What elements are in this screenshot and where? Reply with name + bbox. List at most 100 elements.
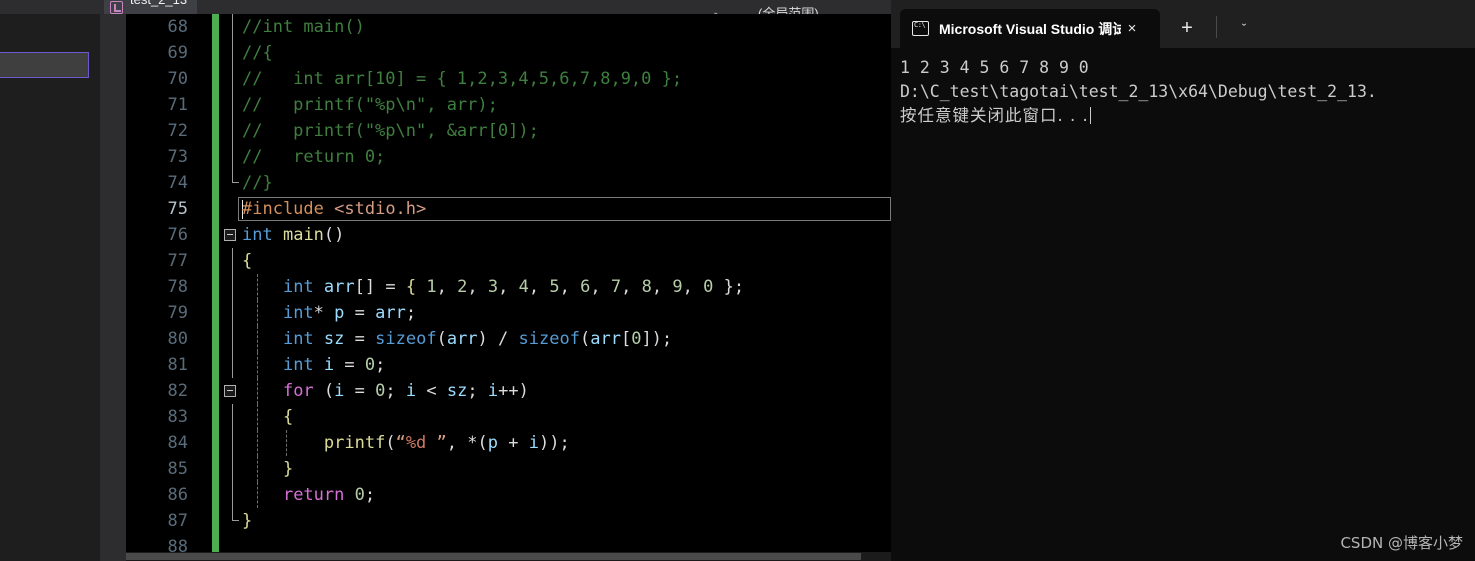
line-number: 72 <box>167 121 188 141</box>
brace-match-guide-end <box>232 170 239 183</box>
change-indicator-bar <box>212 482 219 508</box>
change-indicator-bar <box>212 144 219 170</box>
code-line[interactable]: 69 //{ <box>126 40 891 66</box>
line-number: 79 <box>167 303 188 323</box>
change-indicator-bar <box>212 326 219 352</box>
chevron-down-icon[interactable]: ˇ <box>1231 16 1257 42</box>
brace-match-guide <box>232 456 233 482</box>
code-line[interactable]: 71 // printf("%p\n", arr); <box>126 92 891 118</box>
change-indicator-bar <box>212 404 219 430</box>
line-number: 74 <box>167 173 188 193</box>
console-tab-bar: Microsoft Visual Studio 调试 × + ˇ <box>891 0 1475 48</box>
collapse-region-icon[interactable] <box>224 229 236 241</box>
change-indicator-bar <box>212 352 219 378</box>
code-line[interactable]: 85 } <box>126 456 891 482</box>
brace-match-guide <box>232 274 233 300</box>
code-text: int main() <box>242 225 345 245</box>
code-line[interactable]: 87} <box>126 508 891 534</box>
cmd-console-icon <box>912 21 929 36</box>
brace-match-guide <box>232 404 233 430</box>
editor-left-margin <box>100 14 126 561</box>
line-number: 68 <box>167 17 188 37</box>
code-text: } <box>282 459 294 479</box>
line-number: 77 <box>167 251 188 271</box>
console-output[interactable]: 1 2 3 4 5 6 7 8 9 0 D:\C_test\tagotai\tes… <box>891 48 1475 561</box>
console-window: Microsoft Visual Studio 调试 × + ˇ 1 2 3 4… <box>891 0 1475 561</box>
code-line[interactable]: 68 //int main() <box>126 14 891 40</box>
code-text: { <box>242 251 253 271</box>
code-line[interactable]: 75 #include <stdio.h> <box>126 196 891 222</box>
brace-match-guide <box>232 66 233 92</box>
new-tab-button[interactable]: + <box>1174 16 1200 42</box>
brace-match-guide <box>232 40 233 66</box>
line-number: 75 <box>167 199 188 219</box>
code-text: printf(“%d ”, *(p + i)); <box>323 433 570 453</box>
line-number: 86 <box>167 485 188 505</box>
line-number: 73 <box>167 147 188 167</box>
line-number: 78 <box>167 277 188 297</box>
code-line[interactable]: 78 int arr[] = { 1, 2, 3, 4, 5, 6, 7, 8,… <box>126 274 891 300</box>
code-line[interactable]: 83 { <box>126 404 891 430</box>
code-line[interactable]: 81 int i = 0; <box>126 352 891 378</box>
code-line[interactable]: 76 int main() <box>126 222 891 248</box>
line-number: 80 <box>167 329 188 349</box>
code-line[interactable]: 79 int* p = arr; <box>126 300 891 326</box>
brace-match-guide <box>232 482 233 508</box>
brace-match-guide <box>232 144 233 170</box>
change-indicator-bar <box>212 456 219 482</box>
code-text: int arr[] = { 1, 2, 3, 4, 5, 6, 7, 8, 9,… <box>282 277 745 297</box>
change-indicator-bar <box>212 14 219 40</box>
change-indicator-bar <box>212 196 219 222</box>
brace-match-guide <box>232 300 233 326</box>
collapse-region-icon[interactable] <box>224 385 236 397</box>
editor-horizontal-scrollbar[interactable] <box>126 552 891 561</box>
code-text: return 0; <box>282 485 376 505</box>
change-indicator-bar <box>212 274 219 300</box>
line-number: 83 <box>167 407 188 427</box>
brace-match-guide <box>232 430 233 456</box>
code-text: // printf("%p\n", &arr[0]); <box>242 121 539 141</box>
screen-root: test_2_13 ▾ (全局范围) 68//int main()69//{70… <box>0 0 1475 561</box>
toolbar-divider <box>1216 16 1217 38</box>
code-line[interactable]: 70 // int arr[10] = { 1,2,3,4,5,6,7,8,9,0… <box>126 66 891 92</box>
code-line[interactable]: 77 { <box>126 248 891 274</box>
brace-match-guide <box>232 92 233 118</box>
line-number: 82 <box>167 381 188 401</box>
code-text: // printf("%p\n", arr); <box>242 95 498 115</box>
code-line[interactable]: 72 // printf("%p\n", &arr[0]); <box>126 118 891 144</box>
solution-explorer-selected-item[interactable] <box>0 52 89 78</box>
line-number: 84 <box>167 433 188 453</box>
code-line[interactable]: 82 for (i = 0; i < sz; i++) <box>126 378 891 404</box>
line-number: 87 <box>167 511 188 531</box>
change-indicator-bar <box>212 118 219 144</box>
code-text: //int main() <box>242 17 365 37</box>
editor-scrollbar-thumb[interactable] <box>126 553 861 560</box>
code-lines-container: 68 //int main() 69 //{ 70 // int arr[10] = { … <box>126 14 891 560</box>
line-number: 70 <box>167 69 188 89</box>
close-icon[interactable]: × <box>1121 20 1143 37</box>
code-text: // return 0; <box>242 147 386 167</box>
console-tab-label: Microsoft Visual Studio 调试 <box>939 20 1121 37</box>
code-editor[interactable]: 68 //int main() 69 //{ 70 // int arr[10] = { … <box>126 14 891 561</box>
code-line[interactable]: 84 printf(“%d ”, *(p + i)); <box>126 430 891 456</box>
code-text: int i = 0; <box>282 355 386 375</box>
code-text: //{ <box>242 43 273 63</box>
code-line[interactable]: 86 return 0; <box>126 482 891 508</box>
code-line[interactable]: 80 int sz = sizeof(arr) / sizeof(arr[0])… <box>126 326 891 352</box>
console-output-line: 按任意键关闭此窗口. . . <box>900 104 1475 128</box>
brace-match-guide <box>232 118 233 144</box>
brace-match-guide <box>232 352 233 378</box>
code-text: { <box>282 407 294 427</box>
document-tab-test-2-13[interactable]: test_2_13 <box>104 0 198 14</box>
change-indicator-bar <box>212 378 219 404</box>
line-number: 69 <box>167 43 188 63</box>
code-line[interactable]: 74 //} <box>126 170 891 196</box>
change-indicator-bar <box>212 40 219 66</box>
code-text: int* p = arr; <box>282 303 417 323</box>
change-indicator-bar <box>212 300 219 326</box>
code-line[interactable]: 73 // return 0; <box>126 144 891 170</box>
console-tab-debug[interactable]: Microsoft Visual Studio 调试 × <box>900 9 1160 48</box>
line-number: 85 <box>167 459 188 479</box>
brace-match-guide <box>232 248 233 274</box>
code-text: //} <box>242 173 273 193</box>
